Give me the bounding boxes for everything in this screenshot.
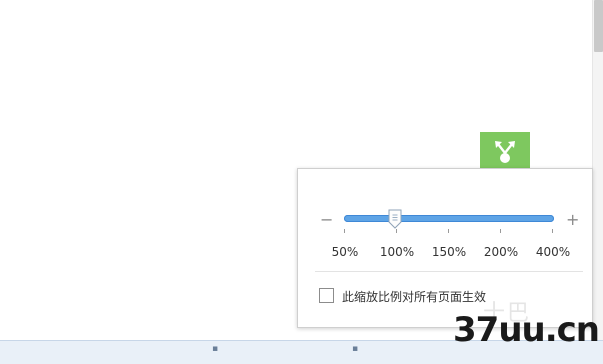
zoom-slider-handle[interactable] [388,209,402,229]
slider-tick [500,229,501,233]
watermark-text: 37uu.cn [453,310,600,350]
vertical-scrollbar[interactable] [592,0,603,340]
scrollbar-thumb[interactable] [594,0,603,52]
zoom-slider-track[interactable] [344,215,554,222]
share-tile[interactable] [480,132,530,170]
zoom-stop-label[interactable]: 150% [432,245,466,259]
slider-tick [396,229,397,233]
apply-all-pages-label[interactable]: 此缩放比例对所有页面生效 [342,288,486,305]
zoom-stop-label[interactable]: 200% [484,245,518,259]
zoom-out-button[interactable]: − [320,212,333,228]
taskbar-icon: ▪ [352,344,359,354]
slider-tick [552,229,553,233]
slider-tick [344,229,345,233]
popup-divider [315,271,583,272]
zoom-stop-label[interactable]: 400% [536,245,570,259]
zoom-stop-label[interactable]: 50% [332,245,359,259]
zoom-stop-label[interactable]: 100% [380,245,414,259]
slider-tick [448,229,449,233]
watermark: 十巴 37uu.cn [453,301,603,363]
apply-all-pages-checkbox[interactable] [319,288,334,303]
zoom-popup: − + 50% 100% 150% 200% 400% 此缩放比例对所有页面生效 [297,168,593,328]
share-arrows-icon [495,141,515,163]
taskbar-icon: ▪ [212,344,219,354]
zoom-in-button[interactable]: + [566,212,579,228]
